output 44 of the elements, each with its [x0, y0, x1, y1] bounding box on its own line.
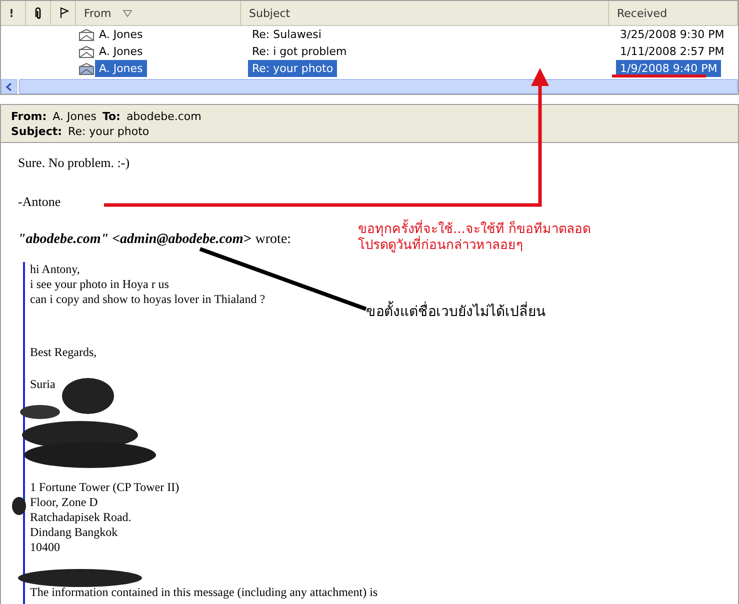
- received-date: 1/9/2008 9:40 PM: [616, 60, 722, 77]
- subject-text: Re: your photo: [248, 60, 338, 77]
- subject-label: Subject:: [11, 124, 62, 139]
- body-text: Sure. No problem. :-): [18, 155, 131, 171]
- redaction-scribble: [12, 497, 26, 515]
- subject-text: Re: Sulawesi: [251, 27, 322, 43]
- subject-value: Re: your photo: [68, 124, 150, 139]
- message-row[interactable]: A. Jones Re: your photo 1/9/2008 9:40 PM: [1, 60, 738, 77]
- quoted-text: can i copy and show to hoyas lover in Thialand ?: [30, 292, 266, 307]
- message-row[interactable]: A. Jones Re: i got problem 1/11/2008 2:57 PM: [1, 43, 738, 60]
- flag-icon: [59, 7, 69, 19]
- received-date: 3/25/2008 9:30 PM: [619, 27, 726, 43]
- column-header[interactable]: !: [1, 1, 26, 25]
- column-header[interactable]: From: [76, 1, 241, 25]
- quoted-text: Best Regards,: [30, 345, 98, 360]
- wrote-text: wrote:: [255, 232, 292, 248]
- paperclip-icon: [34, 7, 42, 19]
- from-label: From:: [11, 109, 47, 124]
- sender-name: A. Jones: [98, 44, 144, 60]
- subject-text: Re: i got problem: [251, 44, 348, 60]
- body-text: -Antone: [18, 194, 62, 210]
- quoted-text: The information contained in this message (including any attachment) is: [30, 585, 379, 600]
- quoted-text: 1 Fortune Tower (CP Tower II): [30, 480, 180, 495]
- quoted-text: i see your photo in Hoya r us: [30, 277, 170, 292]
- quoted-text: Floor, Zone D: [30, 495, 99, 510]
- column-header[interactable]: Received: [609, 1, 738, 25]
- to-label: To:: [102, 109, 120, 124]
- column-header[interactable]: Subject: [241, 1, 609, 25]
- quoted-text: 10400: [30, 540, 61, 555]
- to-value: abodebe.com: [126, 109, 202, 124]
- quoted-text: Suria: [30, 377, 56, 392]
- scroll-left-button[interactable]: [1, 79, 17, 94]
- quoted-text: Ratchadapisek Road.: [30, 510, 132, 525]
- received-date: 1/11/2008 2:57 PM: [619, 44, 726, 60]
- envelope-icon: [79, 62, 95, 74]
- from-value: A. Jones: [52, 109, 96, 124]
- quoted-text: hi Antony,: [30, 262, 81, 277]
- sender-name: A. Jones: [95, 60, 147, 77]
- envelope-icon: [79, 28, 95, 40]
- message-row[interactable]: A. Jones Re: Sulawesi 3/25/2008 9:30 PM: [1, 26, 738, 43]
- envelope-icon: [79, 46, 95, 58]
- quoted-text: Dindang Bangkok: [30, 525, 119, 540]
- quoted-sender: "abodebe.com" <admin@abodebe.com>: [18, 232, 252, 248]
- sender-name: A. Jones: [98, 27, 144, 43]
